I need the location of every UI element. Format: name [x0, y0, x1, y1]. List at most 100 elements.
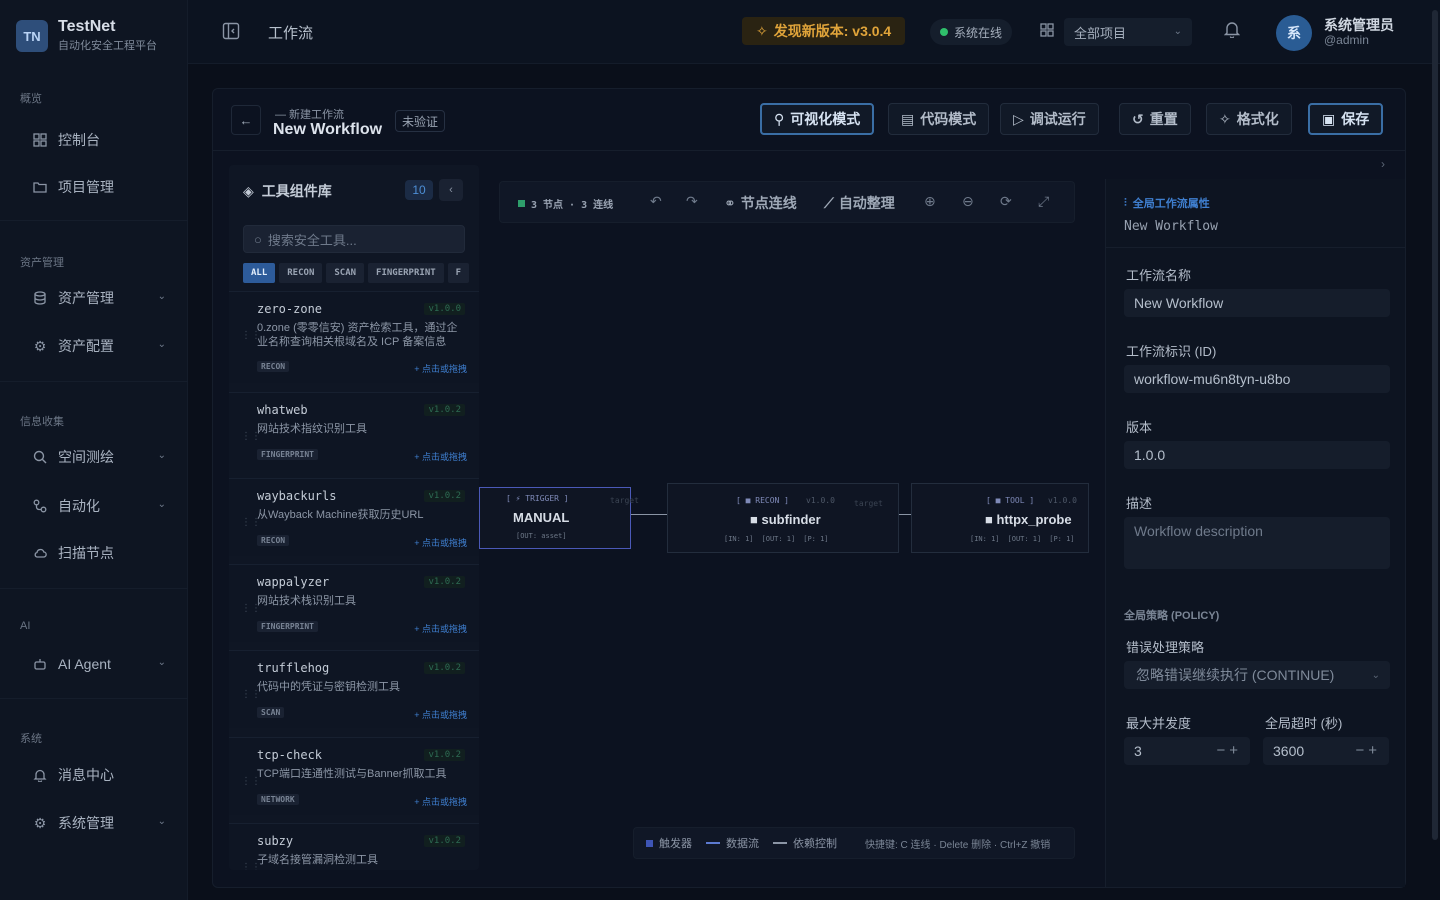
redo-icon[interactable]: ↷	[686, 193, 698, 210]
sidebar-item-projects[interactable]: 项目管理	[18, 169, 178, 205]
tool-version: v1.0.2	[424, 404, 465, 416]
editor-header: ← — 新建工作流 New Workflow 未验证 ⚲ 可视化模式 ▤ 代码模式 …	[213, 89, 1405, 151]
back-button[interactable]: ←	[231, 105, 261, 135]
user-name[interactable]: 系统管理员	[1324, 15, 1394, 35]
tool-count-badge: 10	[405, 180, 433, 200]
trigger-swatch-icon	[646, 839, 653, 847]
node-target-port[interactable]: target	[854, 499, 883, 508]
sidebar-toggle-icon[interactable]	[222, 22, 242, 42]
topbar: 工作流 ✧ 发现新版本: v3.0.4 系统在线 全部项目 ⌄ 系 系统管理员 …	[188, 0, 1440, 64]
stepper-controls-icon[interactable]: −+	[1355, 742, 1381, 759]
nav-section-system: 系统	[20, 733, 42, 745]
tool-item[interactable]: ⋮⋮ whatweb v1.0.2 网站技术指纹识别工具 FINGERPRINT…	[229, 392, 479, 470]
refresh-icon[interactable]: ⟳	[1000, 193, 1012, 210]
project-select[interactable]: 全部项目 ⌄	[1064, 18, 1192, 46]
tool-item[interactable]: ⋮⋮ tcp-check v1.0.2 TCP端口连通性测试与Banner抓取工…	[229, 737, 479, 815]
add-tool-link[interactable]: + 点击或拖拽	[414, 450, 467, 463]
update-badge[interactable]: ✧ 发现新版本: v3.0.4	[742, 17, 906, 45]
node-name: MANUAL	[513, 510, 570, 525]
stepper-controls-icon[interactable]: −+	[1216, 742, 1242, 759]
properties-subtitle: New Workflow	[1124, 219, 1218, 234]
avatar[interactable]: 系	[1276, 15, 1312, 51]
tool-item[interactable]: ⋮⋮ trufflehog v1.0.2 代码中的凭证与密钥检测工具 SCAN …	[229, 650, 479, 728]
chevron-right-icon[interactable]: ›	[1381, 157, 1385, 171]
tool-item[interactable]: ⋮⋮ wappalyzer v1.0.2 网站技术栈识别工具 FINGERPRI…	[229, 564, 479, 642]
tab-scan[interactable]: SCAN	[326, 263, 365, 283]
tool-search-input[interactable]: ○ 搜索安全工具...	[243, 225, 465, 253]
add-tool-link[interactable]: + 点击或拖拽	[414, 362, 467, 375]
sidebar-item-scan-nodes[interactable]: 扫描节点	[18, 535, 178, 571]
sidebar-item-automation[interactable]: 自动化 ⌄	[18, 488, 178, 524]
connect-nodes-button[interactable]: ⚭ 节点连线	[724, 193, 797, 213]
node-tag: [ ⚡ TRIGGER ]	[506, 494, 569, 503]
tool-item[interactable]: ⋮⋮ subzy v1.0.2 子域名接管漏洞检测工具	[229, 823, 479, 870]
add-tool-link[interactable]: + 点击或拖拽	[414, 622, 467, 635]
auto-arrange-button[interactable]: ⟋ 自动整理	[824, 193, 895, 213]
format-button[interactable]: ✧ 格式化	[1206, 103, 1292, 135]
zoom-out-icon[interactable]: ⊖	[962, 193, 974, 210]
status-dot-icon	[940, 28, 948, 36]
search-icon	[32, 449, 48, 465]
zoom-in-icon[interactable]: ⊕	[924, 193, 936, 210]
node-output: [OUT: 1]	[761, 535, 796, 543]
tool-category: SCAN	[257, 707, 285, 718]
collapse-library-button[interactable]: ‹	[439, 179, 463, 201]
tab-all[interactable]: ALL	[243, 263, 276, 283]
concurrency-stepper[interactable]: 3 −+	[1124, 737, 1250, 765]
description-field[interactable]: Workflow description	[1124, 517, 1390, 569]
add-tool-link[interactable]: + 点击或拖拽	[414, 536, 467, 549]
visual-mode-button[interactable]: ⚲ 可视化模式	[760, 103, 875, 135]
workflow-id-field[interactable]: workflow-mu6n8tyn-u8bo	[1124, 365, 1390, 393]
legend-trigger: 触发器	[646, 835, 692, 851]
tool-library: ◈ 工具组件库 10 ‹ ○ 搜索安全工具... ALL RECON SCAN …	[229, 165, 479, 870]
save-button[interactable]: ▣ 保存	[1308, 103, 1384, 135]
error-strategy-label: 错误处理策略	[1126, 640, 1205, 655]
tool-library-title-label: 工具组件库	[261, 183, 332, 199]
sidebar-item-cyberspace-mapping[interactable]: 空间测绘 ⌄	[18, 439, 178, 475]
tab-fingerprint[interactable]: FINGERPRINT	[368, 263, 444, 283]
sidebar-item-asset-config[interactable]: ⚙ 资产配置 ⌄	[18, 328, 178, 364]
node-edge[interactable]	[899, 514, 911, 515]
sidebar-item-label: 控制台	[58, 132, 100, 148]
reset-button[interactable]: ↺ 重置	[1119, 103, 1191, 135]
dependency-line-icon	[773, 842, 787, 844]
node-io: [IN: 1] [OUT: 1] [P: 1]	[970, 535, 1075, 543]
notification-bell-icon[interactable]	[1223, 20, 1241, 41]
category-tabs: ALL RECON SCAN FINGERPRINT F	[243, 263, 470, 283]
tool-description: 从Wayback Machine获取历史URL	[257, 509, 424, 521]
timeout-stepper[interactable]: 3600 −+	[1263, 737, 1389, 765]
sidebar-item-dashboard[interactable]: 控制台	[18, 122, 178, 158]
tool-item[interactable]: ⋮⋮ zero-zone v1.0.0 0.zone (零零信安) 资产检索工具…	[229, 291, 479, 383]
debug-run-button[interactable]: ▷ 调试运行	[1000, 103, 1099, 135]
undo-icon[interactable]: ↶	[650, 193, 662, 210]
workflow-name-field[interactable]: New Workflow	[1124, 289, 1390, 317]
workflow-node-subfinder[interactable]: [ ■ RECON ] v1.0.0 target ■ subfinder [I…	[667, 483, 899, 553]
sidebar-item-system-admin[interactable]: ⚙ 系统管理 ⌄	[18, 805, 178, 841]
sidebar-item-label: 系统管理	[58, 815, 114, 831]
version-field[interactable]: 1.0.0	[1124, 441, 1390, 469]
debug-run-label: 调试运行	[1029, 111, 1086, 127]
code-mode-label: 代码模式	[920, 111, 977, 127]
tool-item[interactable]: ⋮⋮ waybackurls v1.0.2 从Wayback Machine获取…	[229, 478, 479, 556]
sidebar-item-messages[interactable]: 消息中心	[18, 757, 178, 793]
node-edge[interactable]	[631, 514, 667, 515]
robot-icon	[32, 656, 48, 672]
legend-dependency: 依赖控制	[773, 835, 837, 851]
node-param: [P: 1]	[803, 535, 829, 543]
workflow-node-trigger[interactable]: [ ⚡ TRIGGER ] target MANUAL [OUT: asset]	[479, 487, 639, 549]
workflow-node-httpx-probe[interactable]: [ ■ TOOL ] v1.0.0 ■ httpx_probe [IN: 1] …	[911, 483, 1089, 553]
tab-recon[interactable]: RECON	[279, 263, 323, 283]
sidebar-item-asset-management[interactable]: 资产管理 ⌄	[18, 280, 178, 316]
workflow-canvas[interactable]: 3 节点 · 3 连线 ↶ ↷ ⚭ 节点连线 ⟋ 自动整理 ⊕ ⊖ ⟳ ⤢ [ ⚡ …	[479, 165, 1089, 870]
legend-dataflow-label: 数据流	[726, 838, 759, 850]
node-target-port[interactable]: target	[610, 496, 639, 505]
code-mode-button[interactable]: ▤ 代码模式	[888, 103, 990, 135]
add-tool-link[interactable]: + 点击或拖拽	[414, 795, 467, 808]
page-scrollbar[interactable]	[1432, 10, 1438, 840]
add-tool-link[interactable]: + 点击或拖拽	[414, 708, 467, 721]
brand[interactable]: TN TestNet 自动化安全工程平台	[16, 18, 157, 54]
sidebar-item-ai-agent[interactable]: AI Agent ⌄	[18, 646, 178, 682]
fullscreen-icon[interactable]: ⤢	[1038, 193, 1049, 210]
error-strategy-select[interactable]: 忽略错误继续执行 (CONTINUE) ⌄	[1124, 661, 1390, 689]
tab-more[interactable]: F	[447, 263, 470, 283]
